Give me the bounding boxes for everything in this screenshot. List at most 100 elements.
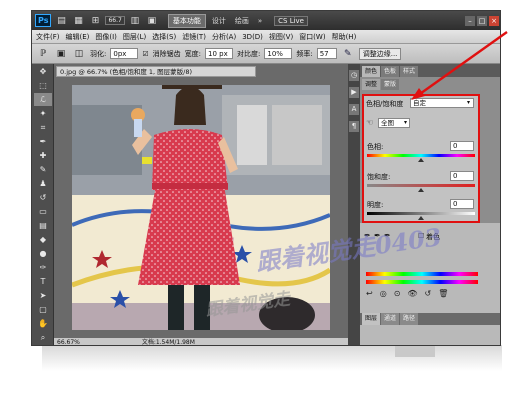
tab-swatches[interactable]: 色板 — [381, 66, 400, 77]
contrast-input[interactable]: 10% — [264, 48, 293, 59]
tab-adjustments[interactable]: 调整 — [362, 79, 381, 90]
tablet-pressure-icon[interactable]: ✎ — [341, 49, 355, 59]
eyedropper-tool-icon[interactable]: ✒ — [34, 135, 52, 148]
channel-chevron-icon[interactable]: ▾ — [404, 119, 407, 126]
lightness-input[interactable]: 0 — [450, 199, 474, 209]
ps-logo: Ps — [35, 14, 52, 27]
refine-edge-button[interactable]: 调整边缘... — [358, 47, 402, 60]
width-input[interactable]: 10 px — [205, 48, 233, 59]
menu-filter[interactable]: 滤镜(T) — [182, 32, 206, 42]
image-canvas[interactable]: Tu — [72, 85, 330, 330]
colorize-checkbox[interactable]: ☐ — [418, 232, 424, 240]
hue-input[interactable]: 0 — [450, 141, 474, 151]
menu-file[interactable]: 文件(F) — [36, 32, 60, 42]
hue-label: 色相: — [367, 143, 384, 151]
trash-icon[interactable]: 🗑 — [438, 289, 448, 298]
eyedropper-icon[interactable]: ✒ — [364, 231, 371, 240]
saturation-input[interactable]: 0 — [450, 171, 474, 181]
close-icon[interactable]: × — [489, 15, 499, 26]
guides-icon[interactable]: ⊞ — [88, 16, 102, 26]
zoom-select[interactable]: 66.7 — [105, 16, 125, 25]
minimize-icon[interactable]: – — [465, 15, 475, 26]
saturation-slider-thumb[interactable] — [418, 188, 424, 192]
pen-tool-icon[interactable]: ✑ — [34, 261, 52, 274]
view-previous-icon[interactable]: 👁 — [407, 289, 417, 298]
doc-info[interactable]: 文档:1.54M/1.98M — [142, 339, 195, 345]
actions-icon[interactable]: ▶ — [349, 87, 359, 98]
preset-chevron-icon[interactable]: ▾ — [467, 99, 470, 106]
frequency-input[interactable]: 57 — [316, 48, 337, 59]
arrange-icon[interactable]: ▥ — [128, 16, 142, 26]
feather-input[interactable]: 0px — [110, 48, 139, 59]
clip-icon[interactable]: ⊙ — [394, 289, 401, 298]
hand-tool-icon[interactable]: ✋ — [34, 317, 52, 330]
menu-layer[interactable]: 图层(L) — [123, 32, 146, 42]
tab-styles[interactable]: 样式 — [400, 66, 419, 77]
stamp-tool-icon[interactable]: ♟ — [34, 177, 52, 190]
menu-select[interactable]: 选择(S) — [152, 32, 176, 42]
application-bar: Ps ▤ ▦ ⊞ 66.7 ▥ ▣ 基本功能 设计 绘画 » CS Live –… — [32, 11, 500, 30]
history-brush-icon[interactable]: ↺ — [34, 191, 52, 204]
eraser-tool-icon[interactable]: ▭ — [34, 205, 52, 218]
tools-panel: ✥ ⬚ ℒ ✦ ⌗ ✒ ✚ ✎ ♟ ↺ ▭ ▤ ◆ ● ✑ T ➤ ▢ ✋ ⌕ — [32, 64, 54, 345]
menu-view[interactable]: 视图(V) — [269, 32, 293, 42]
zoom-readout[interactable]: 66.67% — [57, 339, 80, 345]
history-icon[interactable]: ◷ — [349, 70, 359, 81]
dodge-tool-icon[interactable]: ● — [34, 247, 52, 260]
screen-mode-icon[interactable]: ▣ — [145, 16, 159, 26]
marquee-tool-icon[interactable]: ⬚ — [34, 79, 52, 92]
lightness-slider-thumb[interactable] — [418, 216, 424, 220]
healing-tool-icon[interactable]: ✚ — [34, 149, 52, 162]
document-tab[interactable]: 0.jpg @ 66.7% (色相/饱和度 1, 图层蒙版/8) — [56, 66, 256, 77]
workspace-more-button[interactable]: » — [255, 17, 265, 25]
tab-masks[interactable]: 蒙版 — [381, 79, 400, 90]
brush-tool-icon[interactable]: ✎ — [34, 163, 52, 176]
workspace-paint[interactable]: 绘画 — [232, 16, 252, 26]
hand-adjust-icon[interactable]: ☜ — [366, 118, 373, 127]
cs-live-button[interactable]: CS Live — [274, 15, 308, 26]
menu-window[interactable]: 窗口(W) — [299, 32, 325, 42]
bridge-icon[interactable]: ▤ — [54, 16, 68, 26]
menu-3d[interactable]: 3D(D) — [242, 33, 263, 41]
type-tool-icon[interactable]: T — [34, 275, 52, 288]
tab-color[interactable]: 颜色 — [362, 66, 381, 77]
tab-paths[interactable]: 路径 — [400, 313, 419, 325]
tab-layers[interactable]: 图层 — [362, 313, 381, 325]
lasso-tool-icon[interactable]: ℒ — [34, 93, 52, 106]
width-label: 宽度: — [184, 49, 201, 58]
hue-saturation-panel: 色相/饱和度 自定 ▾ ☜ 全图 ▾ 色相: 0 饱和度: 0 明度: 0 — [362, 94, 480, 223]
zoom-tool-icon[interactable]: ⌕ — [34, 331, 52, 344]
reset-icon[interactable]: ↺ — [425, 289, 432, 298]
menu-bar: 文件(F) 编辑(E) 图像(I) 图层(L) 选择(S) 滤镜(T) 分析(A… — [32, 30, 500, 44]
color-bar-top — [366, 272, 478, 276]
shape-tool-icon[interactable]: ▢ — [34, 303, 52, 316]
eyedropper-minus-icon[interactable]: ✒ — [384, 231, 391, 240]
return-icon[interactable]: ↩ — [366, 289, 373, 298]
lasso-preset-icon[interactable]: ℙ — [36, 49, 50, 59]
menu-image[interactable]: 图像(I) — [95, 32, 117, 42]
selection-mode-icon[interactable]: ▣ — [54, 49, 68, 59]
path-select-tool-icon[interactable]: ➤ — [34, 289, 52, 302]
gradient-tool-icon[interactable]: ▤ — [34, 219, 52, 232]
frequency-label: 频率: — [296, 49, 313, 58]
antialias-checkbox[interactable]: ☑ — [142, 50, 148, 58]
paragraph-icon[interactable]: ¶ — [349, 121, 359, 132]
minibridge-icon[interactable]: ▦ — [71, 16, 85, 26]
eyedropper-plus-icon[interactable]: ✒ — [374, 231, 381, 240]
crop-tool-icon[interactable]: ⌗ — [34, 121, 52, 134]
hue-slider-thumb[interactable] — [418, 158, 424, 162]
add-selection-icon[interactable]: ◫ — [72, 49, 86, 59]
blur-tool-icon[interactable]: ◆ — [34, 233, 52, 246]
menu-help[interactable]: 帮助(H) — [332, 32, 357, 42]
quick-select-tool-icon[interactable]: ✦ — [34, 107, 52, 120]
preset-select[interactable]: 自定 — [410, 98, 474, 108]
workspace-essentials-button[interactable]: 基本功能 — [167, 13, 206, 28]
maximize-icon[interactable]: □ — [477, 15, 487, 26]
tab-channels[interactable]: 通道 — [381, 313, 400, 325]
workspace-design[interactable]: 设计 — [209, 16, 229, 26]
menu-analysis[interactable]: 分析(A) — [212, 32, 236, 42]
menu-edit[interactable]: 编辑(E) — [66, 32, 90, 42]
move-tool-icon[interactable]: ✥ — [34, 65, 52, 78]
character-icon[interactable]: A — [349, 104, 359, 115]
layer-visibility-icon[interactable]: ◎ — [380, 289, 387, 298]
